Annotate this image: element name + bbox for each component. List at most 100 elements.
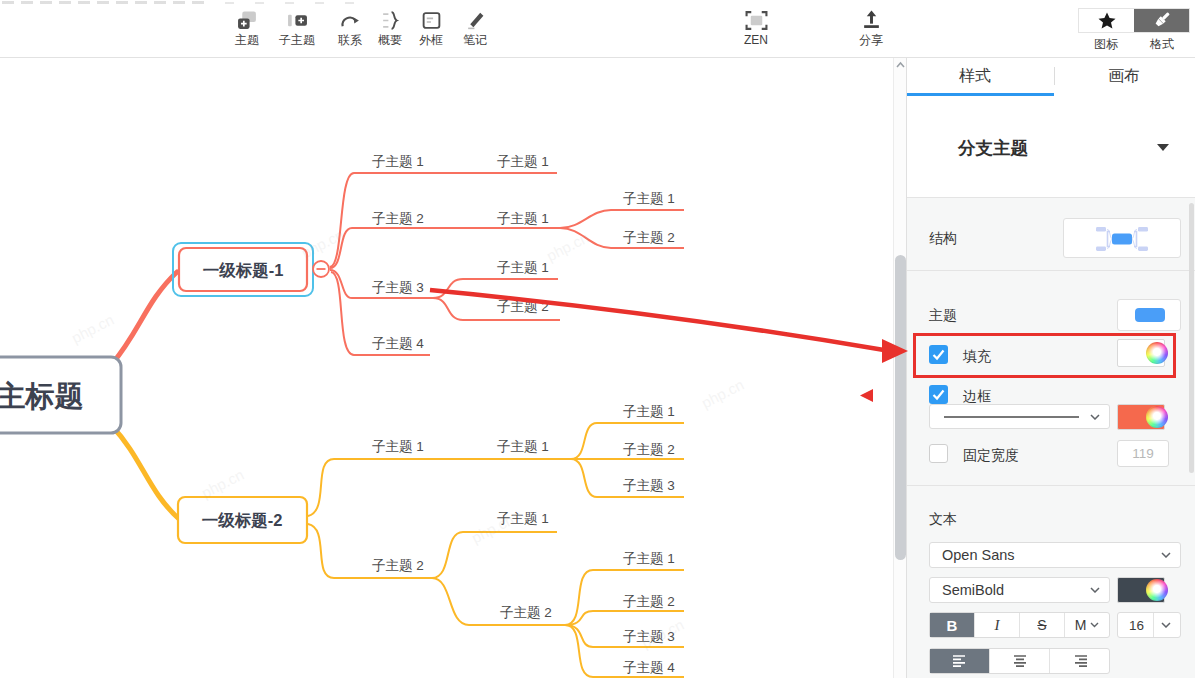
toolbar-label: 笔记 [447,34,503,46]
align-center-icon [1012,654,1028,668]
canvas-vertical-scrollbar[interactable] [893,57,907,678]
clipped-top-text [225,2,365,4]
notes-icon [465,10,486,31]
topic-labels: 子主题 1 子主题 1 子主题 2 子主题 1 子主题 1 子主题 2 子主题 … [372,154,675,675]
strikethrough-button[interactable]: S [1020,613,1065,637]
check-icon [929,385,948,404]
topic-label[interactable]: 子主题 1 [497,211,549,226]
add-topic-icon [237,10,258,31]
panel-scrollbar-thumb[interactable] [1189,203,1194,473]
border-line-style-dropdown[interactable] [929,404,1110,429]
topic-label[interactable]: 子主题 4 [372,336,424,351]
format-tab-button[interactable] [1134,9,1189,32]
topic-label[interactable]: 子主题 2 [372,558,424,573]
line-style-sample [944,415,1079,419]
topic-label[interactable]: 子主题 1 [623,404,675,419]
font-weight-dropdown[interactable]: SemiBold [929,577,1110,603]
toolbar-label: 主题 [219,34,275,46]
toolbar-button-zen[interactable]: ZEN [728,10,784,46]
bold-button[interactable]: B [930,613,975,637]
selection-section: 分支主题 [907,96,1195,198]
border-checkbox[interactable] [929,385,948,404]
align-left-icon [952,654,968,668]
paint-brush-icon [1151,10,1173,31]
topic-label[interactable]: 子主题 2 [623,230,675,245]
tab-canvas[interactable]: 画布 [1108,66,1140,87]
font-family-dropdown[interactable]: Open Sans [929,542,1181,568]
topic-label[interactable]: 子主题 1 [497,154,549,169]
color-wheel-icon[interactable] [1146,342,1168,364]
font-family-value: Open Sans [942,547,1015,563]
branch2-label[interactable]: 一级标题-2 [202,511,283,529]
topic-label[interactable]: 子主题 3 [623,478,675,493]
scrollbar-thumb[interactable] [895,255,906,560]
topic-label[interactable]: 子主题 2 [623,442,675,457]
topic-label[interactable]: 子主题 2 [500,605,552,620]
align-left-button[interactable] [930,649,990,673]
fixed-width-input[interactable]: 119 [1117,440,1169,467]
topic-label[interactable]: 子主题 4 [623,660,675,675]
selection-type-label[interactable]: 分支主题 [958,136,1028,160]
divider [1153,613,1154,637]
border-color-picker[interactable] [1117,404,1169,432]
branch1-label[interactable]: 一级标题-1 [203,261,284,279]
color-wheel-icon[interactable] [1146,406,1168,428]
topic-label[interactable]: 子主题 2 [623,594,675,609]
topic-label[interactable]: 子主题 1 [623,551,675,566]
font-style-buttons: B I S M [929,612,1110,638]
relationship-icon [340,10,361,31]
fill-checkbox[interactable] [929,345,948,364]
panel-tabs: 样式 画布 [907,57,1195,97]
structure-label: 结构 [929,230,957,248]
structure-map-icon [1096,226,1148,252]
topic-label[interactable]: 子主题 1 [372,154,424,169]
toolbar-button-share[interactable]: 分享 [843,10,899,46]
align-center-button[interactable] [990,649,1050,673]
toolbar-button-notes[interactable]: 笔记 [447,10,503,46]
topic-label[interactable]: 子主题 3 [372,280,424,295]
branch-curve [112,272,177,364]
zen-mode-icon [745,10,768,31]
topic-label[interactable]: 子主题 1 [623,191,675,206]
font-size-value: 16 [1129,618,1144,633]
toolbar-label: ZEN [728,34,784,46]
icons-tab-button[interactable] [1079,9,1134,32]
tab-style[interactable]: 样式 [959,66,991,87]
fill-color-picker[interactable] [1117,339,1169,367]
section-divider [907,270,1195,271]
branch-curve [112,426,179,519]
boundary-icon [421,10,442,31]
toolbar-button-topic[interactable]: 主题 [219,10,275,46]
star-icon [1097,11,1117,31]
topic-label[interactable]: 子主题 1 [372,439,424,454]
topic-style-label: 主题 [929,307,957,325]
chevron-down-icon [1090,587,1100,593]
topic-label[interactable]: 子主题 1 [497,260,549,275]
section-divider [907,485,1195,486]
color-wheel-icon[interactable] [1146,579,1168,601]
icons-tab-label: 图标 [1078,36,1134,53]
format-tab-label: 格式 [1134,36,1190,53]
topic-label[interactable]: 子主题 2 [497,299,549,314]
toolbar-label: 子主题 [269,34,325,46]
root-topic-label[interactable]: 主标题 [0,380,84,412]
fixed-width-checkbox[interactable] [929,444,948,463]
summary-icon [380,10,401,31]
toolbar-label: 分享 [843,34,899,46]
align-right-button[interactable] [1050,649,1109,673]
chevron-down-icon [1161,552,1171,558]
topic-shape-button[interactable] [1117,299,1181,331]
italic-button[interactable]: I [975,613,1020,637]
text-color-picker[interactable] [1117,577,1169,605]
add-subtopic-icon [287,10,308,31]
toolbar-button-subtopic[interactable]: 子主题 [269,10,325,46]
font-weight-value: SemiBold [942,582,1004,598]
dropdown-caret-icon[interactable] [1157,144,1169,151]
chevron-down-icon [1161,622,1171,628]
font-size-selector[interactable]: 16 [1117,612,1181,638]
more-text-style-button[interactable]: M [1065,613,1109,637]
topic-label[interactable]: 子主题 2 [372,211,424,226]
topic-label[interactable]: 子主题 1 [497,439,549,454]
structure-picker-button[interactable] [1063,218,1181,258]
share-icon [861,10,882,31]
